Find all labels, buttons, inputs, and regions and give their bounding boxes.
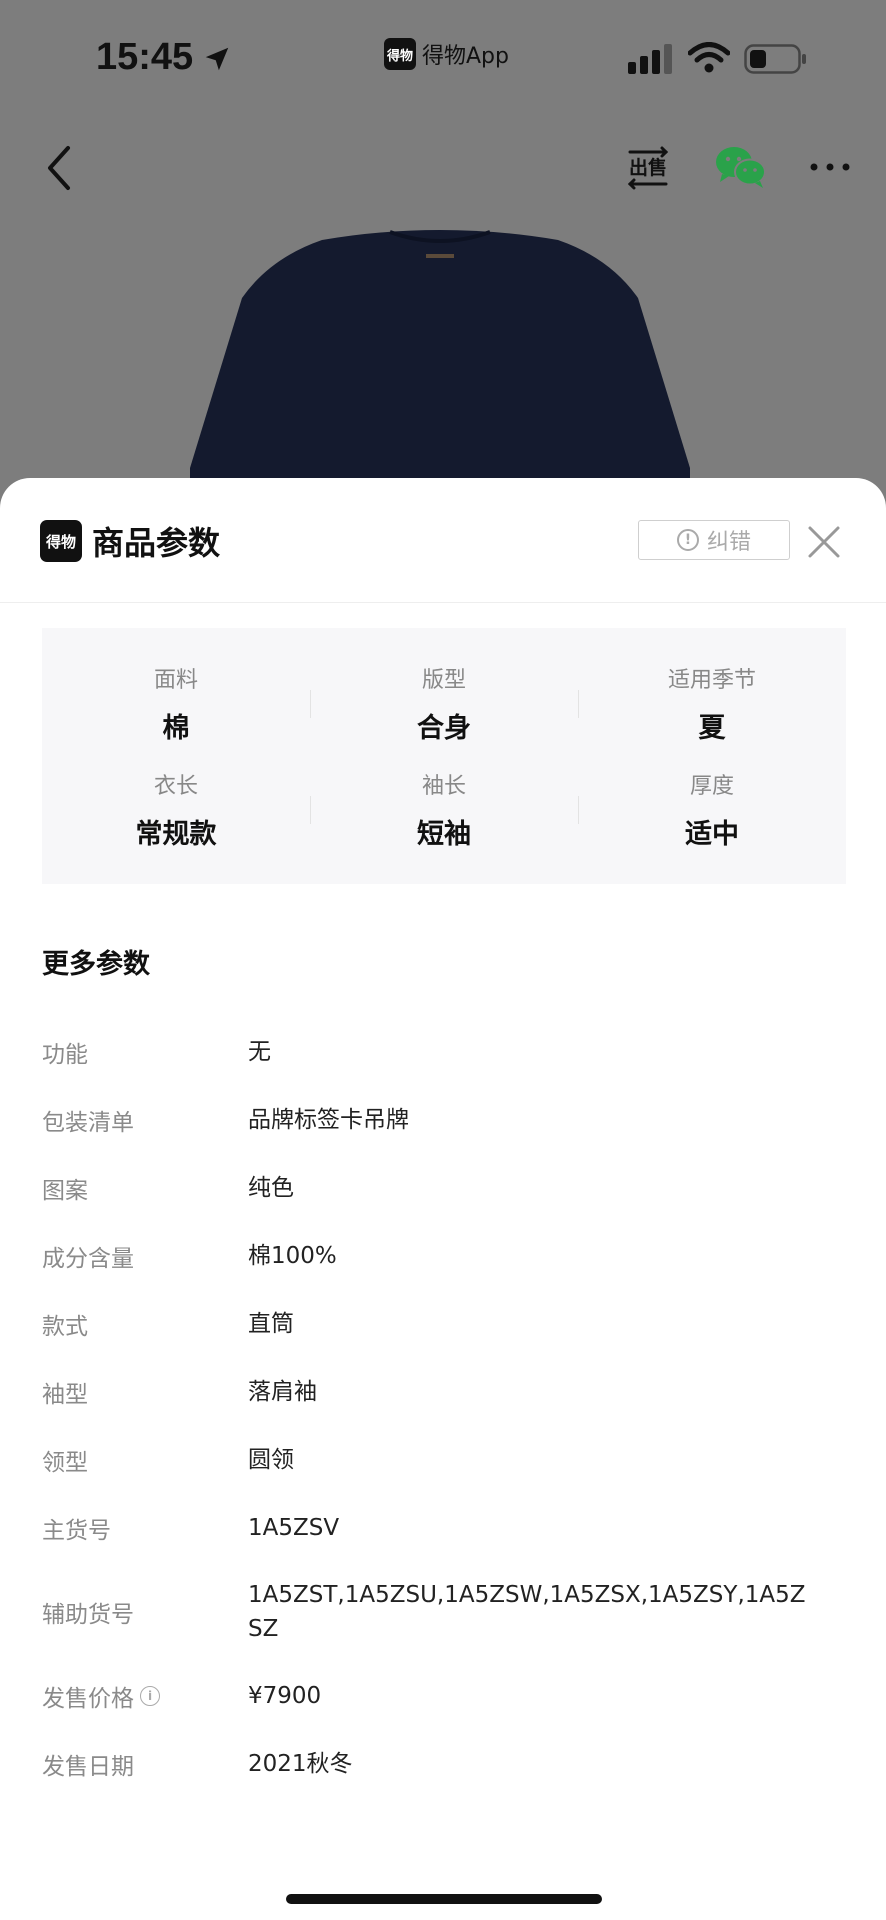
param-label: 包装清单 [42,1110,134,1136]
param-row: 图案 纯色 [42,1154,842,1222]
sheet-header: 得物 商品参数 ! 纠错 [0,478,886,603]
close-icon[interactable] [806,524,842,560]
param-label: 成分含量 [42,1246,134,1272]
param-row: 发售价格 i ¥7900 [42,1662,842,1730]
exclamation-circle-icon: ! [676,529,699,551]
top-nav: 出售 [0,120,886,220]
param-row: 功能 无 [42,1018,842,1086]
param-value: 1A5ZSV [248,1515,340,1541]
more-icon[interactable] [808,160,852,174]
param-value: ¥7900 [248,1683,322,1709]
param-row: 款式 直筒 [42,1290,842,1358]
key-param-value: 常规款 [135,819,217,850]
key-param-value: 棉 [162,713,190,744]
param-row: 发售日期 2021秋冬 [42,1730,842,1798]
param-value: 2021秋冬 [248,1751,353,1777]
key-param-label: 厚度 [689,774,734,799]
back-icon[interactable] [40,142,80,194]
param-label-with-info: 发售价格 i [42,1679,248,1713]
status-bar: 15:45 得物 得物App [0,0,886,110]
param-value: 品牌标签卡吊牌 [248,1107,409,1133]
key-param-value: 夏 [698,713,726,744]
key-param-label: 衣长 [153,774,198,799]
key-param-item: 袖长 短袖 [310,768,578,851]
param-row: 袖型 落肩袖 [42,1358,842,1426]
correct-button-label: 纠错 [706,530,751,555]
key-param-item: 厚度 适中 [578,768,846,851]
param-label: 袖型 [42,1382,88,1408]
param-value: 圆领 [248,1447,294,1473]
param-row: 辅助货号 1A5ZST,1A5ZSU,1A5ZSW,1A5ZSX,1A5ZSY,… [42,1562,842,1662]
home-indicator[interactable] [286,1894,602,1904]
param-label: 领型 [42,1450,88,1476]
param-row: 主货号 1A5ZSV [42,1494,842,1562]
brand-logo: 得物 [40,520,82,562]
product-params-sheet: 得物 商品参数 ! 纠错 面料 棉 版型 合身 适用季节 夏 衣长 常规款 袖长… [0,478,886,1920]
signal-icon [628,44,672,74]
key-param-value: 合身 [417,713,471,744]
param-row: 成分含量 棉100% [42,1222,842,1290]
back-to-app-badge[interactable]: 得物 得物App [384,38,509,70]
product-image [190,230,690,508]
param-value: 1A5ZST,1A5ZSU,1A5ZSW,1A5ZSX,1A5ZSY,1A5ZS… [248,1582,806,1642]
key-param-item: 版型 合身 [310,662,578,745]
param-label: 款式 [42,1314,88,1340]
app-logo: 得物 [384,38,416,70]
key-param-item: 衣长 常规款 [42,768,310,851]
sell-icon[interactable]: 出售 [626,144,670,192]
param-label: 图案 [42,1178,88,1204]
key-param-label: 版型 [421,668,466,693]
sheet-title: 商品参数 [92,524,221,562]
status-time: 15:45 [96,36,194,78]
param-label: 功能 [42,1042,88,1068]
param-label: 发售价格 [42,1686,134,1712]
key-param-label: 袖长 [421,774,466,799]
key-param-label: 适用季节 [667,668,756,693]
param-value: 落肩袖 [248,1379,317,1405]
param-value: 直筒 [248,1311,294,1337]
param-row: 包装清单 品牌标签卡吊牌 [42,1086,842,1154]
more-params-title: 更多参数 [42,949,150,980]
info-icon[interactable]: i [140,1686,160,1706]
key-param-value: 适中 [685,819,739,850]
correct-button[interactable]: ! 纠错 [638,520,790,560]
params-list: 功能 无 包装清单 品牌标签卡吊牌 图案 纯色 成分含量 棉100% 款式 直筒… [42,1018,842,1798]
param-value: 棉100% [248,1243,337,1269]
key-param-item: 面料 棉 [42,662,310,745]
sell-icon-label: 出售 [629,156,667,179]
wifi-icon [688,42,730,73]
param-value: 无 [248,1039,271,1065]
param-row: 领型 圆领 [42,1426,842,1494]
param-value: 纯色 [248,1175,294,1201]
wechat-icon[interactable] [714,144,768,190]
key-param-label: 面料 [153,668,198,693]
battery-icon [744,44,806,74]
param-label: 辅助货号 [42,1602,134,1628]
key-param-item: 适用季节 夏 [578,662,846,745]
key-param-value: 短袖 [417,819,471,850]
param-label: 主货号 [42,1518,111,1544]
param-label: 发售日期 [42,1754,134,1780]
key-params-grid: 面料 棉 版型 合身 适用季节 夏 衣长 常规款 袖长 短袖 厚度 适中 [42,628,846,884]
location-arrow-icon [205,47,229,71]
app-name: 得物App [422,44,509,69]
